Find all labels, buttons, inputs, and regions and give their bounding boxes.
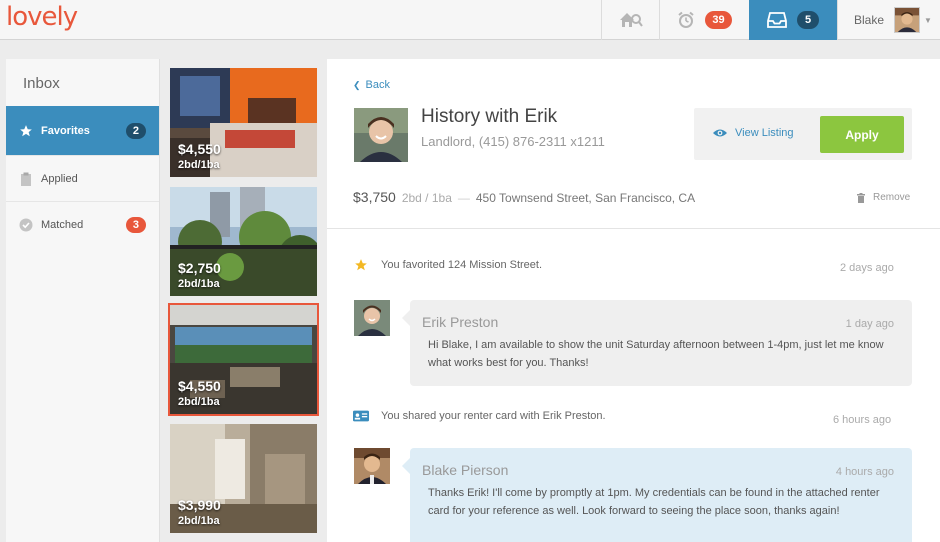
listing-beds: 2bd/1ba <box>178 159 220 171</box>
eye-icon <box>713 129 727 137</box>
sender-name: Erik Preston <box>422 314 499 330</box>
page-title: History with Erik <box>421 106 558 127</box>
separator: — <box>457 191 470 205</box>
sidebar-item-label: Applied <box>41 172 78 185</box>
apply-button[interactable]: Apply <box>820 116 904 153</box>
divider <box>327 228 940 229</box>
listing-card[interactable]: $3,990 2bd/1ba <box>170 424 317 533</box>
user-menu[interactable]: Blake ▼ <box>837 0 940 40</box>
sender-name: Blake Pierson <box>422 462 509 478</box>
chevron-left-icon: ❮ <box>353 80 361 90</box>
landlord-avatar <box>354 108 408 162</box>
listing-price: $3,990 <box>178 497 221 513</box>
nav-houses-button[interactable] <box>601 0 659 40</box>
inbox-count-badge: 5 <box>796 11 820 29</box>
inbox-sidebar: Inbox Favorites 2 Applied Matched 3 <box>6 59 160 542</box>
message-bubble: Erik Preston 1 day ago Hi Blake, I am av… <box>402 300 912 386</box>
message-text: Thanks Erik! I'll come by promptly at 1p… <box>428 487 880 517</box>
star-icon <box>19 124 33 138</box>
star-icon <box>353 258 369 272</box>
alarm-count-badge: 39 <box>705 11 732 29</box>
view-listing-link[interactable]: View Listing <box>712 127 794 139</box>
event-time: 2 days ago <box>840 262 894 274</box>
nav-inbox-button[interactable]: 5 <box>749 0 837 40</box>
listing-price: $4,550 <box>178 141 221 157</box>
house-search-icon <box>619 13 643 27</box>
sidebar-item-label: Favorites <box>41 124 90 137</box>
event-text: You favorited 124 Mission Street. <box>381 259 543 271</box>
listing-card[interactable]: $2,750 2bd/1ba <box>170 187 317 296</box>
listing-beds: 2bd/1ba <box>178 396 220 408</box>
listing-thumbnails: $4,550 2bd/1ba $2,750 2bd/1ba $4,550 2bd… <box>160 59 327 542</box>
sidebar-title: Inbox <box>23 75 60 92</box>
sidebar-item-label: Matched <box>41 218 84 231</box>
alarm-clock-icon <box>678 11 695 28</box>
listing-actions: View Listing Apply <box>694 108 912 160</box>
listing-price: $2,750 <box>178 260 221 276</box>
sidebar-item-matched[interactable]: Matched 3 <box>6 201 159 247</box>
listing-card-selected[interactable]: $4,550 2bd/1ba <box>168 303 319 416</box>
remove-button[interactable]: Remove <box>857 192 910 203</box>
user-avatar <box>894 7 921 33</box>
listing-price: $4,550 <box>178 378 221 394</box>
conversation-panel: ❮ Back History with Erik Landlord, (415) … <box>327 59 940 542</box>
listing-beds: 2bd/1ba <box>178 278 220 290</box>
top-bar: lovely 39 5 Blake ▼ <box>0 0 940 40</box>
chevron-down-icon: ▼ <box>924 15 932 25</box>
timeline-event: You shared your renter card with Erik Pr… <box>353 410 606 422</box>
check-circle-icon <box>19 218 33 232</box>
back-link[interactable]: ❮ Back <box>353 79 390 91</box>
sender-avatar <box>354 448 390 484</box>
message-bubble: Blake Pierson 4 hours ago Thanks Erik! I… <box>402 448 912 542</box>
trash-icon <box>857 192 865 203</box>
listing-beds: 2bd / 1ba <box>401 191 452 205</box>
listing-summary: $3,750 2bd / 1ba — 450 Townsend Street, … <box>353 189 695 205</box>
listing-card[interactable]: $4,550 2bd/1ba <box>170 68 317 177</box>
listing-price: $3,750 <box>353 189 396 205</box>
listing-beds: 2bd/1ba <box>178 515 220 527</box>
matched-count-badge: 3 <box>125 216 146 233</box>
nav-alarms-button[interactable]: 39 <box>659 0 749 40</box>
timeline-event: You favorited 124 Mission Street. <box>353 258 542 272</box>
sidebar-item-favorites[interactable]: Favorites 2 <box>6 106 159 155</box>
message-text: Hi Blake, I am available to show the uni… <box>428 339 884 369</box>
event-time: 6 hours ago <box>833 414 892 426</box>
favorites-count-badge: 2 <box>125 122 146 139</box>
message-time: 1 day ago <box>845 318 894 330</box>
inbox-tray-icon <box>767 12 787 28</box>
message-time: 4 hours ago <box>835 466 894 478</box>
sender-avatar <box>354 300 390 336</box>
event-text: You shared your renter card with Erik Pr… <box>381 410 606 422</box>
app-logo[interactable]: lovely <box>6 2 78 32</box>
sidebar-item-applied[interactable]: Applied <box>6 155 159 201</box>
id-card-icon <box>353 410 369 422</box>
landlord-contact: Landlord, (415) 876-2311 x1211 <box>421 134 605 149</box>
clipboard-icon <box>19 172 33 186</box>
listing-address[interactable]: 450 Townsend Street, San Francisco, CA <box>476 191 695 205</box>
user-name: Blake <box>854 13 885 27</box>
